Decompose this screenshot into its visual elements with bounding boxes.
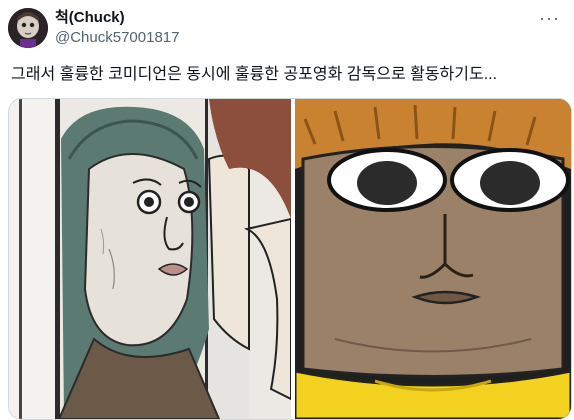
avatar-face-icon bbox=[8, 8, 48, 48]
comic-panel-wide-eyed-face-icon bbox=[295, 99, 571, 419]
comic-panel-woman-peeking-icon bbox=[9, 99, 291, 419]
tweet-header: 척(Chuck) @Chuck57001817 ··· bbox=[0, 0, 574, 60]
avatar[interactable] bbox=[8, 8, 48, 48]
media-panel-right[interactable] bbox=[295, 99, 571, 419]
media-panel-left[interactable] bbox=[9, 99, 291, 419]
tweet-media[interactable] bbox=[8, 98, 572, 420]
author-names: 척(Chuck) @Chuck57001817 bbox=[55, 8, 179, 48]
more-horizontal-icon[interactable]: ··· bbox=[539, 9, 560, 27]
user-handle[interactable]: @Chuck57001817 bbox=[55, 28, 179, 48]
display-name[interactable]: 척(Chuck) bbox=[55, 8, 179, 28]
tweet-text: 그래서 훌륭한 코미디언은 동시에 훌륭한 공포영화 감독으로 활동하기도... bbox=[11, 66, 498, 83]
